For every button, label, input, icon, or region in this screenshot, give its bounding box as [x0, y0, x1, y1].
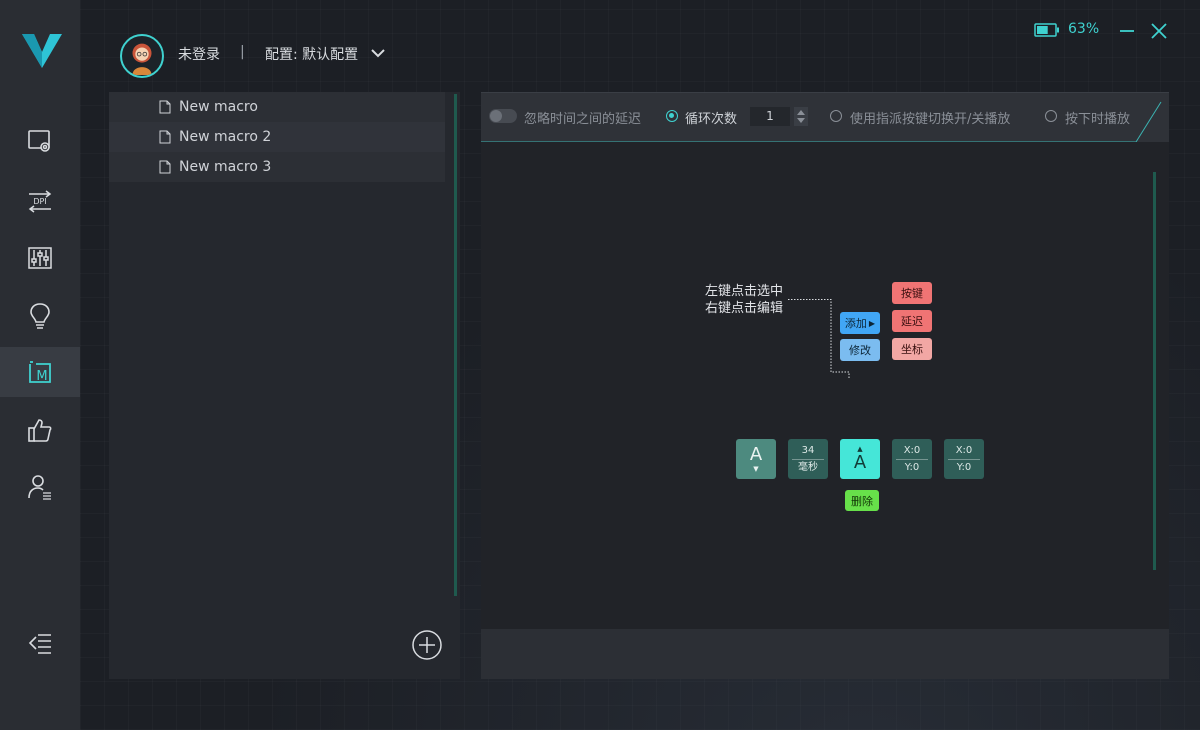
macro-icon: M [29, 361, 51, 384]
play-right-icon: ▶ [868, 318, 876, 328]
equalizer-icon [28, 247, 52, 269]
sidebar-item-macro[interactable]: M [0, 347, 80, 397]
editor-toolbar: 忽略时间之间的延迟 循环次数 1 使用指派按键切换开/关播放 按下时播放 [481, 92, 1169, 143]
coord-y: Y:0 [904, 461, 920, 473]
editor-footer [481, 629, 1169, 679]
collapse-menu-icon [28, 634, 51, 654]
coordinate-block[interactable]: X:0 Y:0 [944, 439, 984, 479]
battery-percent: 63% [1068, 21, 1100, 37]
logo-icon [22, 34, 62, 68]
key-down-letter: A [749, 444, 763, 465]
delay-block[interactable]: 34 毫秒 [788, 439, 828, 479]
coordinate-block[interactable]: X:0 Y:0 [892, 439, 932, 479]
add-key-button[interactable]: 按键 [892, 282, 932, 304]
macro-list-item[interactable]: New macro 2 [109, 122, 445, 152]
add-macro-button[interactable] [411, 629, 443, 661]
toggle-play-radio[interactable] [830, 110, 842, 122]
battery-fill [1037, 26, 1048, 34]
file-icon [159, 130, 171, 144]
macro-editor-panel: 忽略时间之间的延迟 循环次数 1 使用指派按键切换开/关播放 按下时播放 左键点… [481, 92, 1169, 679]
macro-list-item[interactable]: New macro 3 [109, 152, 445, 182]
close-button[interactable] [1150, 22, 1168, 40]
macro-list-scrollbar[interactable] [454, 94, 457, 596]
macro-list-item[interactable]: New macro [109, 92, 445, 122]
macro-label: New macro 3 [179, 159, 272, 175]
add-delay-button[interactable]: 延迟 [892, 310, 932, 332]
collapse-sidebar-button[interactable] [0, 618, 80, 668]
minimize-button[interactable] [1118, 22, 1136, 40]
battery-icon [1034, 23, 1059, 37]
loop-count-radio[interactable] [666, 110, 678, 122]
loop-count-input[interactable]: 1 [750, 107, 790, 126]
macro-letter: M [36, 369, 47, 384]
sidebar-item-lighting[interactable] [0, 290, 80, 340]
add-coordinate-button[interactable]: 坐标 [892, 338, 932, 360]
sidebar-item-dpi[interactable]: DPI [0, 176, 80, 226]
macro-label: New macro 2 [179, 129, 272, 145]
coord-x: X:0 [955, 444, 973, 456]
delete-button[interactable]: 删除 [845, 490, 879, 511]
hold-play-radio[interactable] [1045, 110, 1057, 122]
loop-count-label: 循环次数 [685, 112, 738, 127]
thumbs-up-icon [28, 419, 52, 442]
hint-left-click: 左键点击选中 [705, 284, 784, 299]
delay-unit: 毫秒 [798, 461, 818, 473]
toggle-play-label: 使用指派按键切换开/关播放 [850, 112, 1011, 127]
coord-y: Y:0 [956, 461, 972, 473]
dpi-text: DPI [33, 197, 46, 206]
key-up-letter: A [853, 452, 867, 473]
coord-x: X:0 [903, 444, 921, 456]
macro-label: New macro [179, 99, 258, 115]
ignore-delay-label: 忽略时间之间的延迟 [524, 112, 642, 127]
hint-right-click: 右键点击编辑 [705, 301, 784, 316]
usage-hint: 左键点击选中 右键点击编辑 [705, 283, 783, 317]
header-separator: | [240, 44, 245, 60]
file-icon [159, 100, 171, 114]
avatar[interactable] [120, 34, 164, 78]
user-list-icon [28, 475, 51, 500]
screen-settings-icon [28, 130, 50, 152]
delay-value: 34 [801, 444, 815, 456]
canvas-scrollbar[interactable] [1153, 172, 1156, 570]
hold-play-label: 按下时播放 [1065, 112, 1131, 127]
key-up-block-selected[interactable]: ▲ A [840, 439, 880, 479]
loop-count-stepper[interactable] [794, 107, 808, 126]
config-selector-label[interactable]: 配置: 默认配置 [265, 44, 358, 64]
login-status[interactable]: 未登录 [178, 44, 220, 64]
add-button[interactable]: 添加 ▶ [840, 312, 880, 334]
key-down-block[interactable]: A ▼ [736, 439, 776, 479]
user-avatar-icon [132, 43, 152, 75]
modify-button[interactable]: 修改 [840, 339, 880, 361]
ignore-delay-toggle[interactable] [489, 109, 517, 123]
sidebar-item-account[interactable] [0, 462, 80, 512]
sidebar-item-equalizer[interactable] [0, 233, 80, 283]
sidebar: DPI M [0, 0, 80, 730]
dpi-icon: DPI [28, 190, 52, 213]
macro-list-panel: New macro New macro 2 New macro 3 [109, 92, 460, 679]
sidebar-item-screen[interactable] [0, 116, 80, 166]
sidebar-item-recommend[interactable] [0, 405, 80, 455]
file-icon [159, 160, 171, 174]
lightbulb-icon [30, 303, 50, 329]
macro-canvas[interactable]: 左键点击选中 右键点击编辑 添加 ▶ 修改 按键 延迟 坐标 A ▼ 34 毫秒 … [481, 142, 1169, 629]
chevron-down-icon[interactable] [370, 47, 386, 59]
add-label: 添加 [844, 317, 867, 330]
arrow-down-icon: ▼ [753, 465, 759, 473]
